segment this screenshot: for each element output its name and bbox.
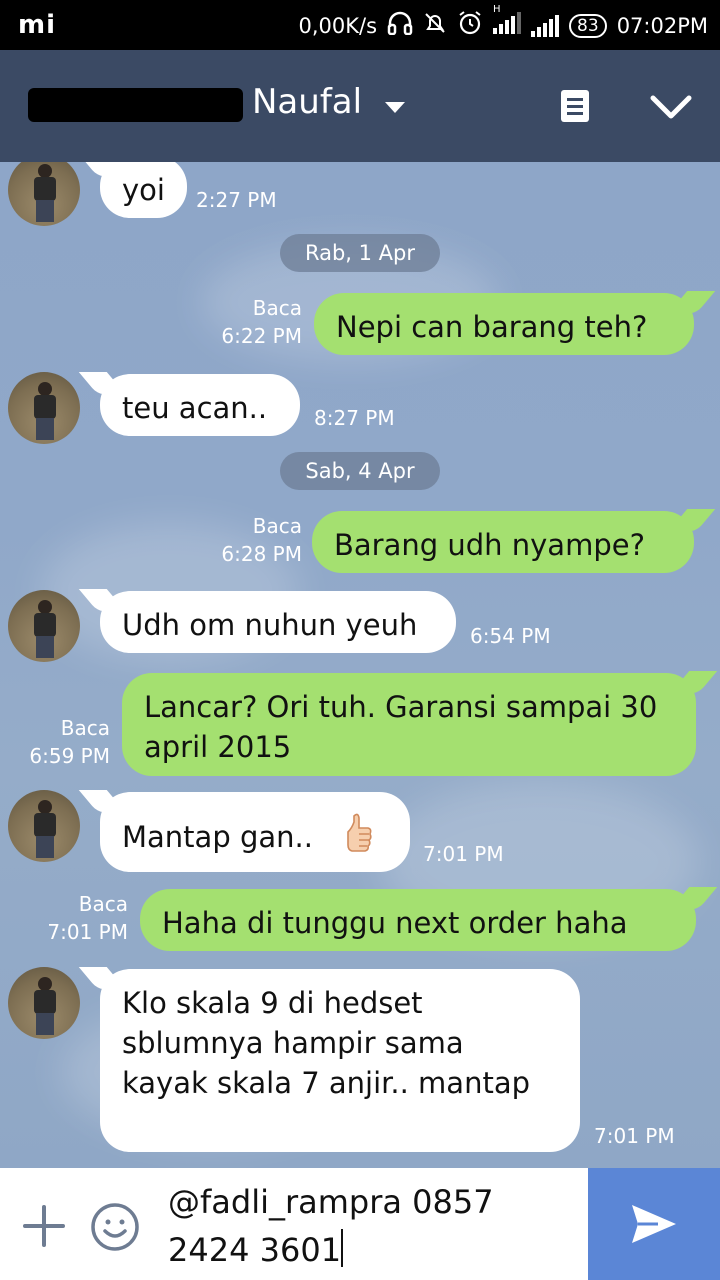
message-time: 7:01 PM [47,920,128,944]
message-time: 6:28 PM [221,542,302,566]
message-text: yoi [122,173,165,207]
thumbs-up-icon [344,812,372,866]
message-bubble-outgoing[interactable]: Haha di tunggu next order haha [140,889,696,951]
message-bubble-incoming[interactable]: teu acan.. [100,374,300,436]
message-text: Klo skala 9 di hedset sblumnya hampir sa… [122,986,531,1100]
clock: 07:02PM [616,13,708,38]
mi-logo: mi [18,10,57,40]
text-cursor [341,1229,344,1267]
mute-bell-icon [423,11,447,40]
message-time: 6:22 PM [221,324,302,348]
message-time: 6:59 PM [29,744,110,768]
message-text: Mantap gan.. [122,820,313,854]
chat-header: Naufal [0,50,720,162]
read-label: Baca [252,514,302,538]
emoji-icon[interactable] [90,1202,140,1252]
message-bubble-outgoing[interactable]: Lancar? Ori tuh. Garansi sampai 30 april… [122,673,696,776]
message-text: Nepi can barang teh? [336,310,648,344]
message-time: 2:27 PM [196,188,277,212]
message-time: 7:01 PM [594,1124,675,1148]
message-time: 7:01 PM [423,842,504,866]
read-label: Baca [78,892,128,916]
avatar[interactable] [8,162,80,226]
message-bubble-incoming[interactable]: Klo skala 9 di hedset sblumnya hampir sa… [100,969,580,1152]
date-separator: Sab, 4 Apr [280,452,440,490]
avatar[interactable] [8,590,80,662]
avatar[interactable] [8,372,80,444]
message-bubble-incoming[interactable]: yoi [100,162,187,218]
message-text: Udh om nuhun yeuh [122,608,418,642]
network-speed: 0,00K/s [298,13,378,38]
message-bubble-incoming[interactable]: Udh om nuhun yeuh [100,591,456,653]
avatar[interactable] [8,967,80,1039]
signal-icon [531,14,560,37]
message-text: Haha di tunggu next order haha [162,906,628,940]
message-time: 8:27 PM [314,406,395,430]
date-separator: Rab, 1 Apr [280,234,440,272]
message-time: 6:54 PM [470,624,551,648]
message-input-text: @fadli_rampra 0857 2424 3601 [168,1183,504,1269]
chat-area[interactable]: yoi 2:27 PM Rab, 1 Apr Baca 6:22 PM Nepi… [0,162,720,1168]
notes-icon[interactable] [558,88,592,124]
message-text: Barang udh nyampe? [334,528,645,562]
read-label: Baca [252,296,302,320]
status-bar: mi 0,00K/s H 83 07:02PM [0,0,720,50]
headset-icon [387,11,413,40]
read-receipt: Baca 7:01 PM [26,890,128,946]
read-receipt: Baca 6:28 PM [200,512,302,568]
plus-icon[interactable] [22,1204,66,1248]
redacted-name [28,88,243,122]
message-text: teu acan.. [122,391,268,425]
message-bubble-outgoing[interactable]: Barang udh nyampe? [312,511,694,573]
collapse-chevron-icon[interactable] [648,92,694,122]
read-receipt: Baca 6:22 PM [200,294,302,350]
message-bubble-outgoing[interactable]: Nepi can barang teh? [314,293,694,355]
send-button[interactable] [588,1168,720,1280]
avatar[interactable] [8,790,80,862]
signal-h-icon: H [493,4,522,39]
message-bubble-incoming[interactable]: Mantap gan.. [100,792,410,872]
send-icon [632,1205,676,1243]
message-input-bar: @fadli_rampra 0857 2424 3601 [0,1168,720,1280]
read-label: Baca [60,716,110,740]
message-input[interactable]: @fadli_rampra 0857 2424 3601 [168,1178,578,1274]
contact-name[interactable]: Naufal [252,82,362,122]
battery-indicator: 83 [569,13,607,38]
read-receipt: Baca 6:59 PM [8,714,110,770]
message-text: Lancar? Ori tuh. Garansi sampai 30 april… [144,690,658,764]
chevron-down-icon[interactable] [385,102,405,113]
alarm-icon [457,10,483,41]
